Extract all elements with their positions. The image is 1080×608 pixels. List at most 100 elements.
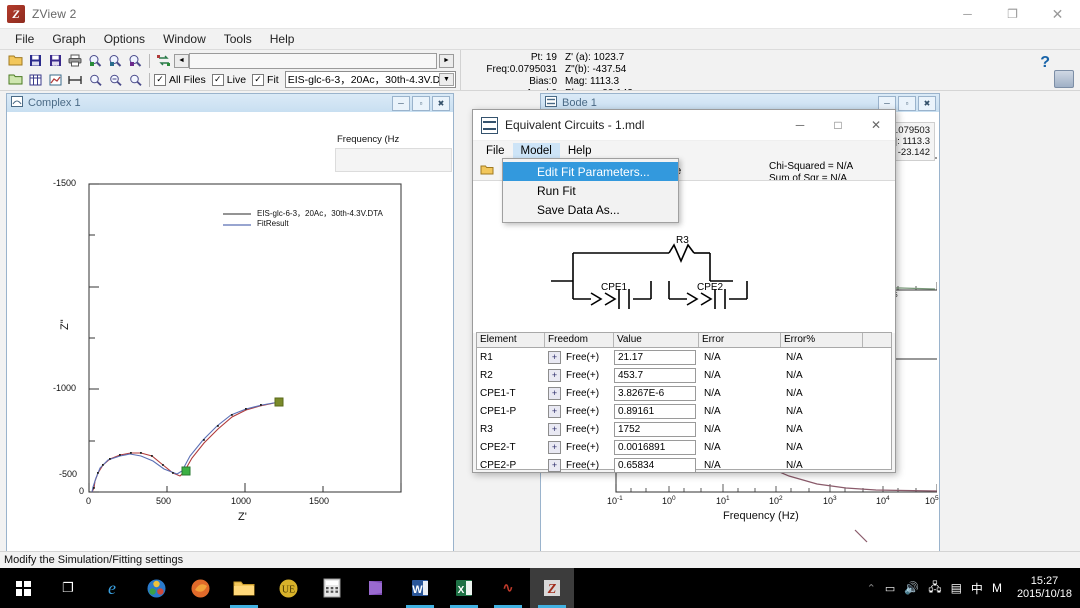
restore-window-button[interactable]: ❐ — [990, 0, 1035, 28]
network-icon[interactable]: 🖧 — [928, 578, 941, 599]
checkbox-all-files[interactable]: ✓ All Files — [154, 73, 206, 86]
freedom-toggle-icon[interactable]: + — [548, 350, 561, 364]
close-window-button[interactable]: ✕ — [1035, 0, 1080, 28]
taskbar-clock[interactable]: 15:27 2015/10/18 — [1011, 575, 1072, 601]
nyquist-plot[interactable]: EIS-glc-6-3，20Ac，30th-4.3V.DTA FitResult… — [7, 112, 453, 551]
menu-help[interactable]: Help — [261, 30, 304, 48]
table-row[interactable]: CPE1-T + Free(+) 3.8267E-6 N/A N/A — [477, 384, 891, 402]
show-hidden-icon[interactable]: ⌃ — [867, 582, 876, 595]
menu-item-save-data-as[interactable]: Save Data As... — [503, 200, 678, 219]
dialog-menu-file[interactable]: File — [478, 143, 513, 159]
point-scroll-track[interactable] — [189, 52, 437, 69]
cell-freedom[interactable]: + Free(+) — [545, 350, 614, 364]
complex-window-titlebar[interactable]: Complex 1 ─ ▫ ✖ — [7, 94, 453, 113]
complex-restore-button[interactable]: ▫ — [412, 95, 430, 111]
zoom-out-icon[interactable] — [105, 71, 125, 88]
menu-item-edit-fit-parameters[interactable]: Edit Fit Parameters... — [503, 162, 678, 181]
zoom-in-icon[interactable] — [85, 71, 105, 88]
menu-file[interactable]: File — [6, 30, 43, 48]
equivalent-circuits-dialog[interactable]: Equivalent Circuits - 1.mdl ─ □ ✕ File M… — [472, 109, 896, 473]
menu-graph[interactable]: Graph — [43, 30, 94, 48]
cell-freedom[interactable]: + Free(+) — [545, 440, 614, 454]
dialog-menu-model[interactable]: Model — [512, 142, 560, 159]
table-row[interactable]: CPE1-P + Free(+) 0.89161 N/A N/A — [477, 402, 891, 420]
cell-value-input[interactable]: 0.89161 — [614, 403, 696, 419]
table-row[interactable]: CPE2-T + Free(+) 0.0016891 N/A N/A — [477, 438, 891, 456]
zview-icon[interactable]: Z — [530, 568, 574, 608]
model-dropdown-menu[interactable]: Edit Fit Parameters... Run Fit Save Data… — [502, 158, 679, 223]
open-graph-icon[interactable] — [5, 71, 25, 88]
graph-edit-icon[interactable] — [45, 71, 65, 88]
excel-icon[interactable]: X — [442, 568, 486, 608]
nav-left-icon[interactable]: ◄ — [174, 53, 189, 68]
cell-freedom[interactable]: + Free(+) — [545, 458, 614, 472]
dialog-open-folder-icon[interactable] — [480, 164, 494, 179]
minimize-window-button[interactable]: ─ — [945, 0, 990, 28]
table-row[interactable]: R3 + Free(+) 1752 N/A N/A — [477, 420, 891, 438]
menu-tools[interactable]: Tools — [215, 30, 261, 48]
battery-icon[interactable]: ▭ — [885, 582, 895, 595]
action-center-icon[interactable]: ▤ — [951, 581, 962, 595]
ime-mode-icon[interactable]: M — [992, 581, 1002, 595]
table-row[interactable]: R1 + Free(+) 21.17 N/A N/A — [477, 348, 891, 366]
cell-freedom[interactable]: + Free(+) — [545, 404, 614, 418]
checkbox-fit[interactable]: ✓ Fit — [252, 73, 279, 86]
axes-icon[interactable] — [65, 71, 85, 88]
file-explorer-icon[interactable] — [222, 568, 266, 608]
ue-editor-icon[interactable]: UE — [266, 568, 310, 608]
cell-value-input[interactable]: 0.65834 — [614, 457, 696, 473]
table-row[interactable]: R2 + Free(+) 453.7 N/A N/A — [477, 366, 891, 384]
cell-value-input[interactable]: 453.7 — [614, 367, 696, 383]
cell-value-input[interactable]: 3.8267E-6 — [614, 385, 696, 401]
freedom-toggle-icon[interactable]: + — [548, 404, 561, 418]
table-row[interactable]: CPE2-P + Free(+) 0.65834 N/A N/A — [477, 456, 891, 474]
dialog-minimize-button[interactable]: ─ — [781, 110, 819, 140]
ime-language-icon[interactable]: 中 — [971, 580, 983, 597]
complex-close-button[interactable]: ✖ — [432, 95, 450, 111]
zoom-data2-icon[interactable] — [105, 52, 125, 69]
menu-options[interactable]: Options — [95, 30, 154, 48]
cell-freedom[interactable]: + Free(+) — [545, 368, 614, 382]
dialog-menu-help[interactable]: Help — [560, 143, 600, 159]
checkbox-live[interactable]: ✓ Live — [211, 73, 246, 86]
app-secondary-icon[interactable] — [1054, 70, 1074, 88]
freedom-toggle-icon[interactable]: + — [548, 422, 561, 436]
dialog-close-button[interactable]: ✕ — [857, 110, 895, 140]
swap-icon[interactable] — [154, 52, 174, 69]
task-view-icon[interactable]: ❐ — [46, 568, 90, 608]
save-as-icon[interactable]: ... — [45, 52, 65, 69]
chevron-down-icon[interactable]: ▼ — [439, 73, 454, 86]
cell-value-input[interactable]: 0.0016891 — [614, 439, 696, 455]
word-icon[interactable]: W — [398, 568, 442, 608]
zoom-fit-icon[interactable] — [125, 71, 145, 88]
freedom-toggle-icon[interactable]: + — [548, 368, 561, 382]
dialog-maximize-button[interactable]: □ — [819, 110, 857, 140]
cell-value-input[interactable]: 1752 — [614, 421, 696, 437]
start-icon[interactable] — [0, 568, 46, 608]
freedom-toggle-icon[interactable]: + — [548, 386, 561, 400]
internet-explorer-icon[interactable]: e — [90, 568, 134, 608]
complex-plot-window[interactable]: Complex 1 ─ ▫ ✖ EIS-glc-6-3，20Ac，30th-4.… — [6, 93, 454, 551]
bode-restore-button[interactable]: ▫ — [898, 95, 916, 111]
zoom-data-icon[interactable] — [85, 52, 105, 69]
origin-icon[interactable]: ∿ — [486, 568, 530, 608]
menu-item-run-fit[interactable]: Run Fit — [503, 181, 678, 200]
complex-minimize-button[interactable]: ─ — [392, 95, 410, 111]
cell-freedom[interactable]: + Free(+) — [545, 386, 614, 400]
dialog-titlebar[interactable]: Equivalent Circuits - 1.mdl ─ □ ✕ — [473, 110, 895, 141]
save-icon[interactable] — [25, 52, 45, 69]
cell-freedom[interactable]: + Free(+) — [545, 422, 614, 436]
volume-icon[interactable]: 🔊 — [904, 581, 919, 595]
bode-close-button[interactable]: ✖ — [918, 95, 936, 111]
calculator-icon[interactable] — [310, 568, 354, 608]
table-icon[interactable] — [25, 71, 45, 88]
onenote-icon[interactable] — [354, 568, 398, 608]
print-icon[interactable] — [65, 52, 85, 69]
open-folder-icon[interactable] — [5, 52, 25, 69]
cell-value-input[interactable]: 21.17 — [614, 349, 696, 365]
data-file-combobox[interactable]: EIS-glc-6-3，20Ac，30th-4.3V.DTA ▼ — [284, 71, 456, 88]
help-icon[interactable]: ? — [1040, 54, 1050, 72]
menu-window[interactable]: Window — [154, 30, 215, 48]
freedom-toggle-icon[interactable]: + — [548, 440, 561, 454]
freedom-toggle-icon[interactable]: + — [548, 458, 561, 472]
